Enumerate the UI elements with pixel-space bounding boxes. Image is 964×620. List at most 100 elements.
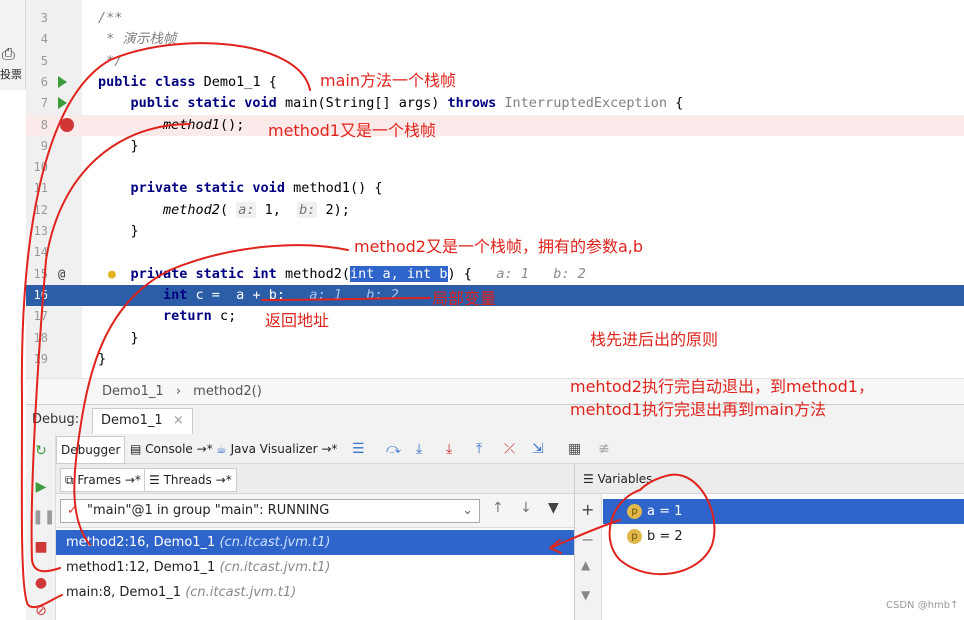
resume-icon[interactable]: ▶ — [32, 478, 50, 496]
tab-variables[interactable]: Variables — [598, 472, 653, 486]
filter-icon[interactable]: ▼ — [548, 500, 559, 516]
move-down-icon[interactable]: ▼ — [581, 588, 590, 602]
annotation-method2-frame: method2又是一个栈帧，拥有的参数a,b — [354, 237, 644, 256]
left-side-panel: ⎙ 投票 — [0, 0, 26, 90]
annotation-exit-line-1: mehtod2执行完自动退出，到method1， — [570, 377, 874, 396]
tab-debugger[interactable]: Debugger — [56, 436, 126, 464]
vote-icon[interactable]: ⎙ — [2, 44, 15, 64]
vote-label[interactable]: 投票 — [0, 66, 22, 82]
layout-icon[interactable]: ☰ — [352, 434, 365, 464]
code-line[interactable]: 10 — [26, 157, 964, 178]
code-token: 1, — [256, 201, 298, 218]
override-icon[interactable]: @ — [58, 264, 65, 285]
code-token: ( — [219, 201, 237, 218]
tab-visualizer-pin: →* — [321, 442, 338, 456]
code-token: method1 — [163, 116, 220, 133]
tab-frames-pin: →* — [124, 473, 141, 487]
line-number: 12 — [33, 202, 48, 217]
tab-console-pin: →* — [196, 442, 213, 456]
move-up-icon[interactable]: ▲ — [581, 558, 590, 572]
tab-threads-label: Threads — [163, 473, 212, 487]
annotation-return-address: 返回地址 — [265, 311, 330, 330]
drop-frame-icon[interactable]: ⤫ — [504, 434, 515, 464]
add-watch-icon[interactable]: + — [581, 500, 594, 519]
code-token: int a, int b — [349, 265, 448, 282]
tab-threads[interactable]: ☰ Threads →* — [144, 468, 237, 492]
code-line[interactable]: 5 */ — [26, 51, 964, 72]
thread-select[interactable]: ✓ "main"@1 in group "main": RUNNING ⌄ — [60, 499, 480, 523]
breadcrumb-method[interactable]: method2() — [193, 384, 262, 399]
breadcrumb-class[interactable]: Demo1_1 — [102, 384, 164, 399]
code-line[interactable]: 3 /** — [26, 8, 964, 29]
mute-breakpoints-icon[interactable]: ⊘ — [32, 602, 50, 620]
run-to-cursor-icon[interactable]: ⇲ — [532, 434, 544, 464]
variable-a[interactable]: p a = 1 — [603, 499, 964, 524]
rerun-icon[interactable]: ↻ — [32, 442, 50, 460]
tab-java-visualizer[interactable]: ☕ Java Visualizer →* — [216, 434, 337, 464]
frame-item-method1[interactable]: method1:12, Demo1_1 (cn.itcast.jvm.t1) — [56, 555, 574, 580]
evaluate-expression-icon[interactable]: ▦ — [568, 434, 581, 464]
line-number: 17 — [33, 309, 48, 324]
code-text: private static void method1() { — [98, 178, 383, 199]
run-icon[interactable] — [58, 97, 67, 110]
line-number: 5 — [40, 53, 48, 68]
code-token: public static void — [130, 95, 285, 112]
run-icon[interactable] — [58, 75, 67, 88]
step-over-icon[interactable]: ⤓ — [416, 434, 422, 464]
code-token: return — [163, 308, 220, 325]
code-editor[interactable]: 3/** 4 * 演示栈帧 5 */6 public class Demo1_1 {7… — [26, 0, 964, 378]
frame-item-main[interactable]: main:8, Demo1_1 (cn.itcast.jvm.t1) — [56, 580, 574, 605]
code-line[interactable]: 18 } — [26, 328, 964, 349]
debug-session-tab[interactable]: Demo1_1 × — [92, 408, 193, 434]
code-line[interactable]: 7 public static void main(String[] args)… — [26, 93, 964, 114]
step-into-icon[interactable]: ⤓ — [446, 434, 452, 464]
code-token: method2 — [163, 201, 220, 218]
arrow-up-icon[interactable]: ↑ — [492, 500, 504, 516]
tab-frames-label: Frames — [77, 473, 122, 487]
step-out-icon[interactable]: ⤒ — [476, 434, 482, 464]
code-line[interactable]: 6 public class Demo1_1 { — [26, 72, 964, 93]
code-text: public static void main(String[] args) t… — [98, 93, 684, 114]
close-icon[interactable]: × — [173, 413, 184, 428]
line-number: 16 — [33, 287, 48, 302]
code-token: a: — [236, 201, 257, 218]
code-line[interactable]: 15 private static int method2(int a, int… — [26, 264, 964, 285]
arrow-down-icon[interactable]: ↓ — [520, 500, 532, 516]
chevron-down-icon: ⌄ — [462, 503, 473, 518]
frame-label: method1:12, Demo1_1 — [66, 560, 220, 575]
lightbulb-icon[interactable]: ● — [108, 264, 116, 285]
breakpoint-icon[interactable] — [60, 117, 74, 132]
code-token: a: 1 b: 2 — [496, 265, 586, 282]
code-token: } — [98, 329, 139, 346]
code-text: * 演示栈帧 — [98, 29, 176, 50]
code-line[interactable]: 9 } — [26, 136, 964, 157]
view-breakpoints-icon[interactable]: ● — [32, 574, 50, 592]
debugger-toolbar: Debugger ▤ Console →* ☕ Java Visualizer … — [56, 434, 964, 464]
code-line[interactable]: 17 return c; — [26, 306, 964, 327]
code-token: method2( — [284, 265, 350, 282]
line-number: 9 — [40, 138, 48, 153]
line-number: 18 — [33, 330, 48, 345]
trace-icon[interactable]: ≢ — [598, 434, 610, 464]
code-line[interactable]: 19} — [26, 349, 964, 370]
tab-console[interactable]: ▤ Console →* — [130, 434, 213, 464]
code-line[interactable]: 8 method1(); — [26, 114, 964, 136]
tab-frames[interactable]: ⧉ Frames →* — [60, 468, 146, 492]
code-line[interactable]: 11 private static void method1() { — [26, 178, 964, 199]
variable-value: a = 1 — [647, 504, 683, 519]
code-line[interactable]: 4 * 演示栈帧 — [26, 29, 964, 50]
code-token: */ — [98, 52, 123, 69]
variable-b[interactable]: p b = 2 — [603, 524, 964, 549]
remove-watch-icon[interactable]: − — [581, 530, 594, 549]
pause-icon[interactable]: ❚❚ — [32, 508, 55, 526]
line-number: 15 — [33, 266, 48, 281]
annotation-local-variable: 局部变量 — [432, 289, 497, 308]
show-execution-point-icon[interactable]: ⤼ — [386, 434, 401, 464]
stop-icon[interactable]: ■ — [32, 538, 50, 556]
code-line[interactable]: 12 method2( a: 1, b: 2); — [26, 200, 964, 221]
code-text: private static int method2(int a, int b)… — [98, 264, 586, 285]
frame-item-method2[interactable]: method2:16, Demo1_1 (cn.itcast.jvm.t1) — [56, 530, 574, 555]
